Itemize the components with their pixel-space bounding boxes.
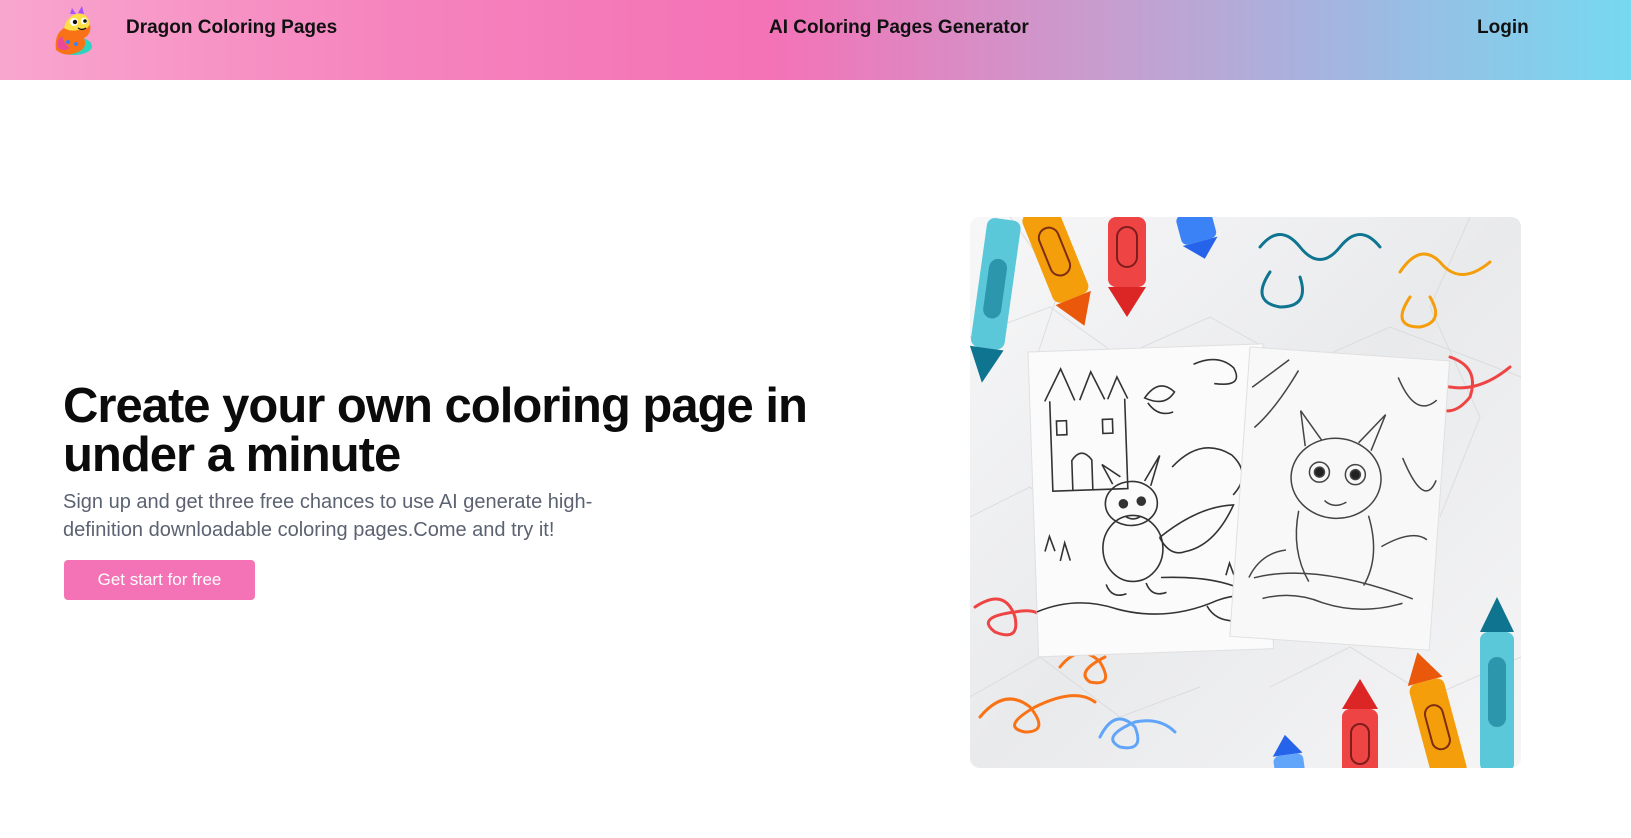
brand-link[interactable]: Dragon Coloring Pages (126, 17, 337, 39)
hero-illustration (970, 217, 1521, 768)
coloring-pages-crayons-image (970, 217, 1521, 768)
nav-ai-generator-link[interactable]: AI Coloring Pages Generator (769, 17, 1029, 39)
hero-subtitle: Sign up and get three free chances to us… (63, 491, 593, 541)
top-navbar: Dragon Coloring Pages AI Coloring Pages … (0, 0, 1631, 80)
get-started-button[interactable]: Get start for free (64, 560, 255, 600)
login-link[interactable]: Login (1477, 17, 1529, 39)
dragon-logo-icon[interactable] (48, 4, 98, 58)
hero-title: Create your own coloring page in under a… (63, 379, 808, 482)
